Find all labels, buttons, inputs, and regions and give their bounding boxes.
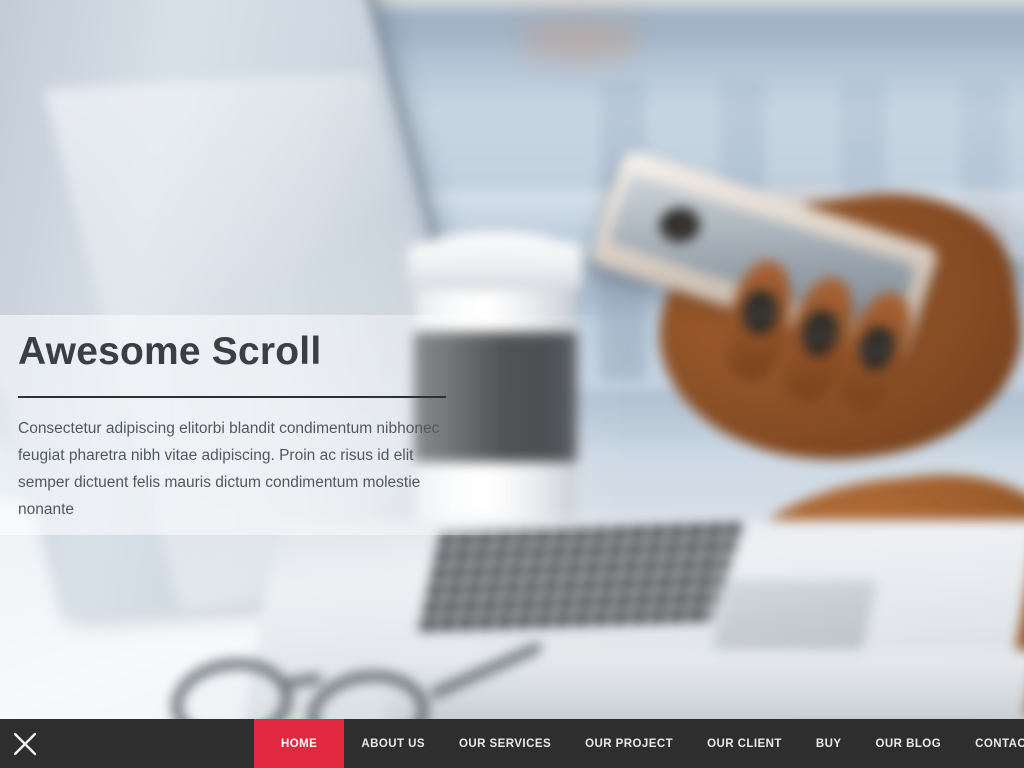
hero-paragraph: Consectetur adipiscing elitorbi blandit … <box>18 415 450 523</box>
page-stage: Awesome Scroll Consectetur adipiscing el… <box>0 0 1024 768</box>
navbar-spacer <box>50 719 254 768</box>
nav-item-our-services[interactable]: OUR SERVICES <box>442 719 568 768</box>
navbar-items: HOME ABOUT US OUR SERVICES OUR PROJECT O… <box>254 719 1024 768</box>
close-icon <box>12 731 38 757</box>
close-menu-button[interactable] <box>0 719 50 768</box>
nav-item-buy[interactable]: BUY <box>799 719 859 768</box>
nav-item-our-client[interactable]: OUR CLIENT <box>690 719 799 768</box>
page-title: Awesome Scroll <box>18 330 458 375</box>
nav-item-home[interactable]: HOME <box>254 719 344 768</box>
nav-item-our-blog[interactable]: OUR BLOG <box>859 719 959 768</box>
hero-content: Awesome Scroll Consectetur adipiscing el… <box>18 330 458 523</box>
nav-item-our-project[interactable]: OUR PROJECT <box>568 719 690 768</box>
title-divider <box>18 396 446 398</box>
nav-item-about-us[interactable]: ABOUT US <box>344 719 442 768</box>
bottom-navbar: HOME ABOUT US OUR SERVICES OUR PROJECT O… <box>0 719 1024 768</box>
nav-item-contact-us[interactable]: CONTACT US <box>958 719 1024 768</box>
